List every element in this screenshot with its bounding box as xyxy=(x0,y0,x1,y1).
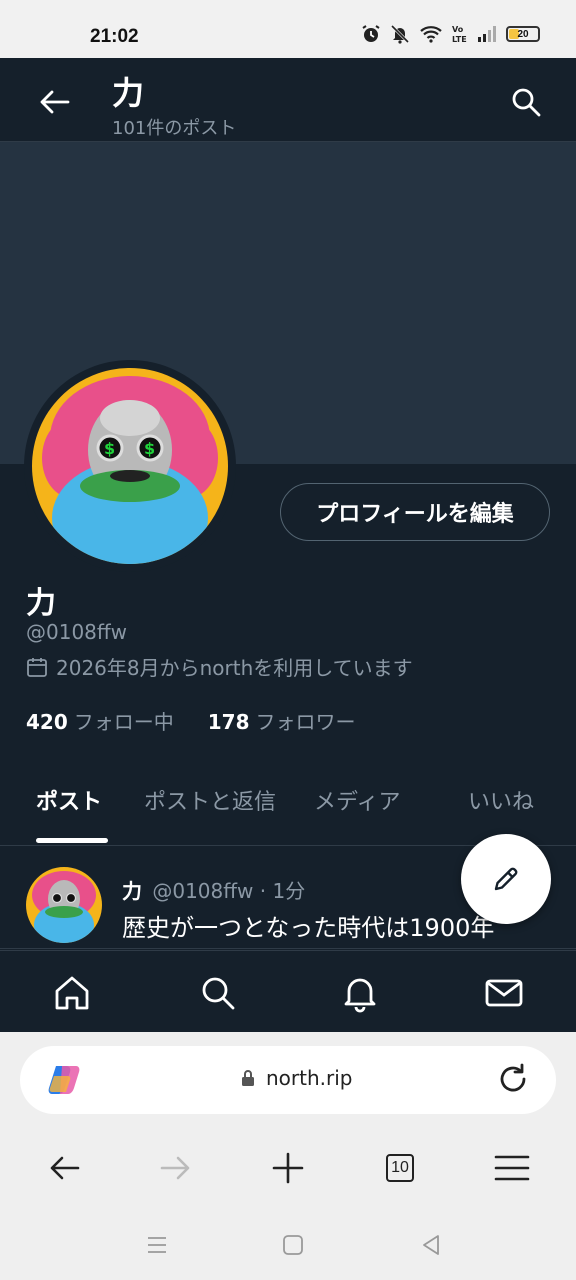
svg-text:LTE: LTE xyxy=(452,35,467,44)
calendar-icon xyxy=(27,657,47,677)
profile-avatar-frame[interactable]: $ $ xyxy=(24,360,236,576)
joined-date: 2026年8月からnorthを利用しています xyxy=(26,652,413,681)
svg-text:Vo: Vo xyxy=(452,25,464,34)
post-meta: 力 @0108ffw · 1分 xyxy=(122,875,305,904)
reload-icon[interactable] xyxy=(496,1062,530,1096)
joined-text: 2026年8月からnorthを利用しています xyxy=(56,656,413,680)
tab-posts[interactable]: ポスト xyxy=(36,784,102,816)
bottom-nav xyxy=(0,950,576,1032)
battery-level: 20 xyxy=(517,28,529,40)
search-icon[interactable] xyxy=(198,973,238,1013)
bell-icon[interactable] xyxy=(340,973,380,1013)
svg-text:$: $ xyxy=(104,439,115,458)
avatar[interactable] xyxy=(26,867,102,943)
menu-icon[interactable] xyxy=(492,1148,532,1188)
tabs-button[interactable]: 10 xyxy=(380,1148,420,1188)
lock-icon xyxy=(242,1070,254,1086)
recents-icon[interactable] xyxy=(142,1230,172,1260)
battery-icon: 20 xyxy=(506,26,540,42)
status-time: 21:02 xyxy=(90,26,139,47)
browser-back-icon[interactable] xyxy=(44,1148,84,1188)
back-arrow-icon[interactable] xyxy=(34,82,74,122)
tab-media[interactable]: メディア xyxy=(314,784,400,816)
browser-toolbar: 10 xyxy=(0,1144,576,1192)
edit-profile-button[interactable]: プロフィールを編集 xyxy=(280,483,550,541)
tab-replies[interactable]: ポストと返信 xyxy=(144,784,276,816)
post-count: 101件のポスト xyxy=(112,118,237,139)
tab-likes[interactable]: いいね xyxy=(468,784,534,816)
search-icon[interactable] xyxy=(510,86,542,118)
wifi-icon xyxy=(420,26,442,43)
pencil-icon xyxy=(494,867,518,891)
following-label: フォロー中 xyxy=(73,710,174,734)
browser-forward-icon[interactable] xyxy=(156,1148,196,1188)
system-nav xyxy=(0,1224,576,1264)
active-tab-indicator xyxy=(36,838,108,843)
followers-link[interactable]: 178 フォロワー xyxy=(208,706,356,735)
home-icon[interactable] xyxy=(52,973,92,1013)
volte-icon: VoLTE xyxy=(452,25,467,44)
avatar: $ $ xyxy=(32,368,228,576)
compose-button[interactable] xyxy=(461,834,551,924)
followers-count: 178 xyxy=(207,710,250,734)
post-time: · 1分 xyxy=(259,879,306,903)
post-author-handle: @0108ffw xyxy=(152,879,254,903)
profile-header: 力 101件のポスト xyxy=(0,58,576,142)
copilot-icon[interactable] xyxy=(46,1062,82,1098)
mail-icon[interactable] xyxy=(484,973,524,1013)
browser-chrome: north.rip 10 xyxy=(0,1032,576,1280)
alarm-icon xyxy=(362,25,380,42)
follow-stats: 420 フォロー中 178 フォロワー xyxy=(26,706,356,735)
svg-text:$: $ xyxy=(144,439,155,458)
handle: @0108ffw xyxy=(26,620,128,644)
post-author-name: 力 xyxy=(122,879,142,903)
new-tab-icon[interactable] xyxy=(268,1148,308,1188)
signal-icon xyxy=(478,26,496,42)
status-bar: 21:02 Vo LTE 20 xyxy=(0,0,576,58)
profile-tabs: ポスト ポストと返信 メディア いいね xyxy=(0,762,576,846)
url-bar[interactable]: north.rip xyxy=(20,1046,556,1114)
display-name: 力 xyxy=(26,586,56,621)
followers-label: フォロワー xyxy=(255,710,356,734)
tab-count: 10 xyxy=(386,1154,414,1182)
url-text: north.rip xyxy=(266,1066,353,1090)
system-back-icon[interactable] xyxy=(416,1230,446,1260)
mute-icon xyxy=(390,24,410,44)
page-title: 力 xyxy=(112,74,145,112)
following-link[interactable]: 420 フォロー中 xyxy=(26,706,174,735)
home-button-icon[interactable] xyxy=(278,1230,308,1260)
following-count: 420 xyxy=(26,710,68,734)
url-display[interactable]: north.rip xyxy=(240,1066,352,1090)
status-icons: Vo LTE 20 xyxy=(361,24,540,44)
